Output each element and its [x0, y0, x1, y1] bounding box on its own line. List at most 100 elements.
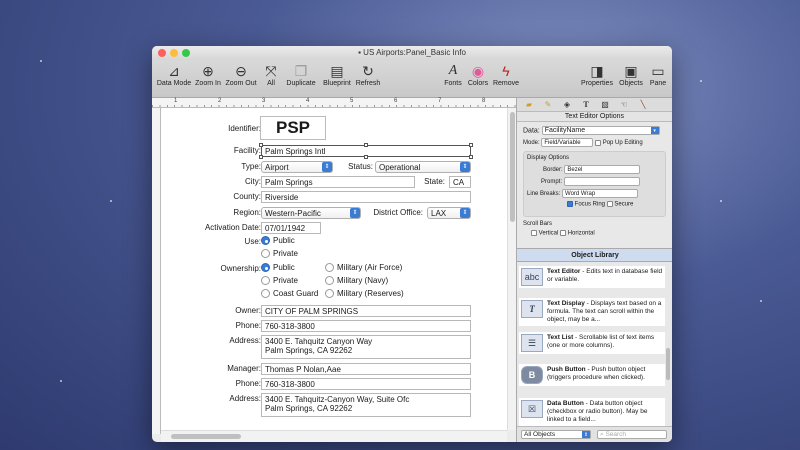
- folder-icon[interactable]: ▰: [521, 100, 537, 110]
- owner-field[interactable]: CITY OF PALM SPRINGS: [261, 305, 471, 317]
- image-icon[interactable]: ▧: [597, 100, 613, 110]
- ruler-mark: 7: [438, 98, 442, 104]
- owner-address-label: Address:: [229, 336, 261, 345]
- state-field[interactable]: CA: [449, 176, 471, 188]
- object-filter-popup[interactable]: All Objects ⇕: [521, 430, 591, 439]
- library-item-text-display[interactable]: T Text Display - Displays text based on a…: [519, 298, 665, 326]
- chevron-updown-icon: ⇕: [460, 162, 470, 172]
- selection-handle[interactable]: [259, 155, 263, 159]
- vertical-label: Vertical: [538, 230, 559, 237]
- pop-up-editing-label: Pop Up Editing: [602, 140, 643, 147]
- data-popup[interactable]: FacilityName ▾: [541, 126, 660, 135]
- district-label: District Office:: [373, 208, 423, 217]
- objects-button[interactable]: ▣ Objects: [618, 62, 644, 87]
- data-label: Data:: [523, 127, 540, 135]
- library-item-push-button[interactable]: B Push Button - Push button object (trigg…: [519, 364, 665, 386]
- focus-ring-checkbox[interactable]: [567, 201, 573, 207]
- owner-phone-label: Phone:: [235, 321, 261, 330]
- text-list-icon: ☰: [521, 334, 543, 352]
- canvas-vertical-scrollbar[interactable]: [507, 108, 516, 430]
- all-button[interactable]: ⤧ All: [262, 62, 280, 87]
- ownership-private-radio[interactable]: Private: [261, 276, 298, 285]
- county-field[interactable]: Riverside: [261, 191, 471, 203]
- zoom-out-button[interactable]: ⊖ Zoom Out: [224, 62, 258, 87]
- horizontal-ruler: 1 2 3 4 5 6 7 8: [152, 98, 516, 108]
- shapes-icon[interactable]: ◈: [559, 100, 575, 110]
- prompt-field[interactable]: [563, 177, 640, 186]
- horizontal-checkbox[interactable]: [560, 230, 567, 236]
- ruler-mark: 8: [482, 98, 486, 104]
- blueprint-icon: ▤: [330, 63, 344, 79]
- selection-handle[interactable]: [259, 143, 263, 147]
- library-item-text-list[interactable]: ☰ Text List - Scrollable list of text ite…: [519, 332, 665, 354]
- secure-checkbox[interactable]: [606, 201, 613, 207]
- data-mode-button[interactable]: ⊿ Data Mode: [156, 62, 192, 87]
- vertical-checkbox[interactable]: [531, 230, 537, 236]
- chevron-updown-icon: ⇕: [460, 208, 470, 218]
- close-button[interactable]: [158, 49, 166, 57]
- horizontal-label: Horizontal: [567, 230, 595, 237]
- use-private-radio[interactable]: Private: [261, 249, 298, 258]
- ownership-air-force-radio[interactable]: Military (Air Force): [325, 263, 402, 272]
- blueprint-button[interactable]: ▤ Blueprint: [320, 62, 354, 87]
- duplicate-button[interactable]: ❐ Duplicate: [284, 62, 318, 87]
- line-breaks-popup[interactable]: Word Wrap: [562, 189, 639, 198]
- manager-address-field[interactable]: 3400 E. Tahquitz-Canyon Way, Suite Ofc Pa…: [261, 393, 471, 417]
- canvas-horizontal-scrollbar[interactable]: [161, 430, 507, 442]
- ruler-mark: 1: [174, 98, 178, 104]
- pane-button[interactable]: ▭ Pane: [648, 62, 668, 87]
- selection-handle[interactable]: [469, 155, 473, 159]
- fonts-button[interactable]: A Fonts: [442, 62, 464, 87]
- zoom-in-button[interactable]: ⊕ Zoom In: [194, 62, 222, 87]
- form-canvas[interactable]: Identifier: PSP Facility: Palm Springs I…: [161, 108, 507, 430]
- properties-button[interactable]: ◨ Properties: [580, 62, 614, 87]
- remove-button[interactable]: ϟ Remove: [492, 62, 520, 87]
- selection-handle[interactable]: [469, 143, 473, 147]
- refresh-button[interactable]: ↻ Refresh: [354, 62, 382, 87]
- status-popup[interactable]: Operational ⇕: [375, 161, 471, 173]
- secure-label: Secure: [614, 201, 634, 208]
- ownership-public-radio[interactable]: Public: [261, 263, 295, 272]
- scroll-bars-title: Scroll Bars: [523, 221, 553, 227]
- county-label: County:: [233, 192, 261, 201]
- window-title: ▪ US Airports:Panel_Basic Info: [358, 48, 466, 57]
- refresh-icon: ↻: [362, 63, 374, 79]
- library-item-text-editor[interactable]: abc Text Editor - Edits text in database …: [519, 266, 665, 288]
- pencil-icon[interactable]: ✎: [540, 100, 556, 110]
- identifier-field[interactable]: PSP: [260, 116, 326, 140]
- border-popup[interactable]: Bezel: [564, 165, 641, 174]
- mode-popup[interactable]: Field/Variable: [541, 138, 594, 147]
- zoom-in-icon: ⊕: [202, 63, 214, 79]
- activation-field[interactable]: 07/01/1942: [261, 222, 321, 234]
- chevron-updown-icon: ⇕: [582, 431, 590, 438]
- manager-field[interactable]: Thomas P Nolan,Aae: [261, 363, 471, 375]
- text-tab-icon[interactable]: T: [578, 100, 594, 110]
- selection-handle[interactable]: [364, 143, 368, 147]
- activation-label: Activation Date:: [204, 223, 261, 232]
- colors-button[interactable]: ◉ Colors: [466, 62, 490, 87]
- owner-phone-field[interactable]: 760-318-3800: [261, 320, 471, 332]
- district-popup[interactable]: LAX ⇕: [427, 207, 471, 219]
- pane-icon: ▭: [651, 63, 665, 79]
- use-public-radio[interactable]: Public: [261, 236, 295, 245]
- library-search-input[interactable]: ⌕ Search: [597, 430, 667, 439]
- text-editor-icon: abc: [521, 268, 543, 286]
- pop-up-editing-checkbox[interactable]: [595, 139, 602, 146]
- manager-phone-field[interactable]: 760-318-3800: [261, 378, 471, 390]
- zoom-button[interactable]: [182, 49, 190, 57]
- manager-label: Manager:: [227, 364, 261, 373]
- vertical-ruler: [152, 108, 161, 434]
- minimize-button[interactable]: [170, 49, 178, 57]
- identifier-label: Identifier:: [228, 124, 261, 133]
- wand-icon[interactable]: ╲: [635, 100, 651, 110]
- ownership-coast-guard-radio[interactable]: Coast Guard: [261, 289, 318, 298]
- push-button-icon: B: [521, 366, 543, 384]
- library-scrollbar[interactable]: [666, 348, 670, 380]
- ruler-mark: 4: [306, 98, 310, 104]
- ownership-reserves-radio[interactable]: Military (Reserves): [325, 289, 404, 298]
- selection-handle[interactable]: [364, 155, 368, 159]
- ownership-navy-radio[interactable]: Military (Navy): [325, 276, 388, 285]
- owner-address-field[interactable]: 3400 E. Tahquitz Canyon Way Palm Springs,…: [261, 335, 471, 359]
- library-item-data-button[interactable]: ☒ Data Button - Data button object (check…: [519, 398, 665, 426]
- hand-icon[interactable]: ☜: [616, 100, 632, 110]
